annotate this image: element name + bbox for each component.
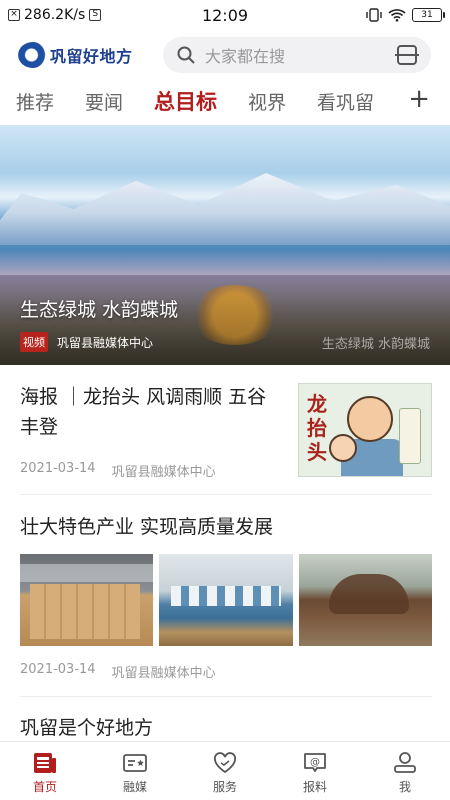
nav-media[interactable]: 融媒 [90,742,180,800]
thumb-child-face [329,434,357,462]
tab-kangongliu[interactable]: 看巩留 [317,88,374,115]
newspaper-icon [32,751,58,775]
scan-icon[interactable] [395,45,419,65]
close-box-icon: × [8,9,20,21]
thumb-badge [399,408,421,464]
video-badge: 视频 [20,332,48,352]
nav-label: 首页 [32,780,57,794]
article-images [20,554,432,646]
nav-report[interactable]: @ 报料 [270,742,360,800]
add-channel-icon[interactable]: + [408,84,430,114]
tab-tuijian[interactable]: 推荐 [16,88,54,115]
status-left: × 286.2K/s S [8,7,158,23]
app-header: 巩留好地方 大家都在搜 [0,36,450,74]
article-date: 2021-03-14 [20,461,96,476]
hero-title: 生态绿城 水韵蝶城 [20,299,179,321]
tab-yaowen[interactable]: 要闻 [85,88,123,115]
media-card-icon [122,751,148,775]
bottom-nav: 首页 融媒 服务 @ 报料 我 [0,741,450,800]
article-meta: 2021-03-14 巩留县融媒体中心 [20,461,216,480]
user-icon [392,751,418,775]
heart-icon [212,751,238,775]
nav-service[interactable]: 服务 [180,742,270,800]
logo-text: 巩留好地方 [50,47,133,66]
list-item[interactable]: 海报 ｜龙抬头 风调雨顺 五谷丰登 龙抬头 2021-03-14 巩留县融媒体中… [0,382,450,494]
svg-text:@: @ [310,757,320,768]
search-input[interactable]: 大家都在搜 [205,43,397,67]
divider [20,494,432,495]
nav-label: 融媒 [122,780,147,794]
search-icon [177,46,195,64]
network-speed: 286.2K/s [24,7,86,23]
article-date: 2021-03-14 [20,662,96,677]
thumb-calligraphy: 龙抬头 [307,392,327,464]
wifi-icon [388,9,406,22]
logo-mark-icon [18,42,48,68]
article-title: 壮大特色产业 实现高质量发展 [20,516,274,538]
status-right: 31 [366,7,445,23]
search-bar[interactable]: 大家都在搜 [163,37,431,73]
article-meta: 2021-03-14 巩留县融媒体中心 [20,662,216,681]
nav-label: 报料 [302,780,327,794]
tab-zongmubiao[interactable]: 总目标 [154,86,217,116]
nav-home[interactable]: 首页 [0,742,90,800]
hero-meta: 视频 巩留县融媒体中心 [20,332,153,352]
article-image-camels [298,554,432,646]
vibrate-icon [366,8,382,22]
article-source: 巩留县融媒体中心 [111,666,216,681]
nav-me[interactable]: 我 [360,742,450,800]
sim-icon: S [89,9,102,21]
article-source: 巩留县融媒体中心 [111,465,216,480]
app-logo[interactable]: 巩留好地方 [18,42,148,68]
at-message-icon: @ [302,751,328,775]
hero-watermark: 生态绿城 水韵蝶城 [321,337,430,352]
divider [20,696,432,697]
nav-label: 服务 [212,780,237,794]
article-title: 海报 ｜龙抬头 风调雨顺 五谷丰登 [20,386,267,438]
article-image-warehouse [20,554,154,646]
hero-banner[interactable]: 生态绿城 水韵蝶城 视频 巩留县融媒体中心 生态绿城 水韵蝶城 [0,125,450,365]
article-title[interactable]: 巩留是个好地方 [20,713,153,740]
thumb-figure-face [347,396,393,442]
hero-source: 巩留县融媒体中心 [57,335,154,350]
channel-tabs: 推荐 要闻 总目标 视界 看巩留 + [0,82,450,120]
tab-shijie[interactable]: 视界 [248,88,286,115]
status-bar: × 286.2K/s S 12:09 31 [0,0,450,30]
article-thumbnail: 龙抬头 [298,383,432,477]
battery-icon: 31 [412,8,445,22]
article-image-factory [159,554,293,646]
nav-label: 我 [398,780,411,794]
